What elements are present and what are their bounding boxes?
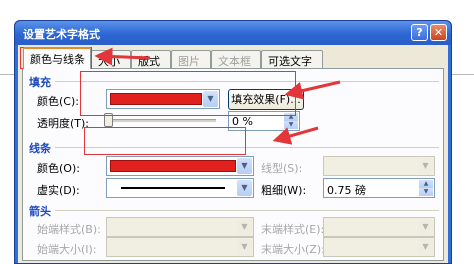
help-button[interactable]: ? xyxy=(411,24,428,41)
end-size-dropdown: ▼ xyxy=(323,237,435,257)
tab-textbox: 文本框 xyxy=(211,50,261,68)
line-group-header: 线条 xyxy=(29,142,51,155)
line-color-swatch xyxy=(110,160,236,172)
line-color-dropdown[interactable]: ▼ xyxy=(106,156,254,176)
arrows-group-header: 箭头 xyxy=(29,205,51,218)
annotation-box-line xyxy=(84,127,246,155)
dash-style-dropdown[interactable]: ▼ xyxy=(106,178,254,198)
tab-picture: 图片 xyxy=(171,50,211,68)
dash-style-preview xyxy=(121,187,225,189)
weight-label: 粗细(W): xyxy=(261,184,307,197)
close-button[interactable]: ✕ xyxy=(430,24,447,41)
triangle-up-icon[interactable]: ▲ xyxy=(419,180,433,188)
chevron-down-icon: ▼ xyxy=(237,180,252,196)
chevron-down-icon: ▼ xyxy=(418,219,433,235)
triangle-down-icon[interactable]: ▼ xyxy=(419,188,433,196)
chevron-down-icon: ▼ xyxy=(418,158,433,174)
begin-style-label: 始端样式(B): xyxy=(37,223,101,236)
line-type-label: 线型(S): xyxy=(261,162,303,175)
tab-layout[interactable]: 版式 xyxy=(131,50,171,68)
tab-size[interactable]: 大小 xyxy=(91,50,131,68)
chevron-down-icon: ▼ xyxy=(237,219,252,235)
weight-spinner[interactable]: 0.75 磅 ▲ ▼ xyxy=(323,178,435,198)
end-size-label: 末端大小(Z): xyxy=(261,243,325,256)
dash-label: 虚实(D): xyxy=(37,184,80,197)
dialog-title: 设置艺术字格式 xyxy=(23,28,100,41)
arrows-group-divider xyxy=(55,210,439,211)
title-bar: 设置艺术字格式 ? ✕ xyxy=(15,21,451,45)
line-type-dropdown: ▼ xyxy=(323,156,435,176)
transparency-label: 透明度(T): xyxy=(37,117,90,130)
annotation-box-fill xyxy=(80,71,296,116)
chevron-down-icon: ▼ xyxy=(237,158,252,174)
tab-colors-and-lines[interactable]: 颜色与线条 xyxy=(23,47,91,69)
chevron-down-icon: ▼ xyxy=(418,239,433,255)
begin-size-dropdown: ▼ xyxy=(106,237,254,257)
slider-track xyxy=(106,119,216,122)
line-color-label: 颜色(O): xyxy=(37,162,80,175)
triangle-down-icon[interactable]: ▼ xyxy=(284,121,298,129)
fill-color-label: 颜色(C): xyxy=(37,95,79,108)
end-style-dropdown: ▼ xyxy=(323,217,435,237)
weight-value: 0.75 磅 xyxy=(327,184,366,197)
end-style-label: 末端样式(E): xyxy=(261,223,325,236)
fill-group-header: 填充 xyxy=(29,76,51,89)
begin-style-dropdown: ▼ xyxy=(106,217,254,237)
begin-size-label: 始端大小(I): xyxy=(37,243,97,256)
chevron-down-icon: ▼ xyxy=(237,239,252,255)
tab-alt-text[interactable]: 可选文字 xyxy=(261,50,323,68)
